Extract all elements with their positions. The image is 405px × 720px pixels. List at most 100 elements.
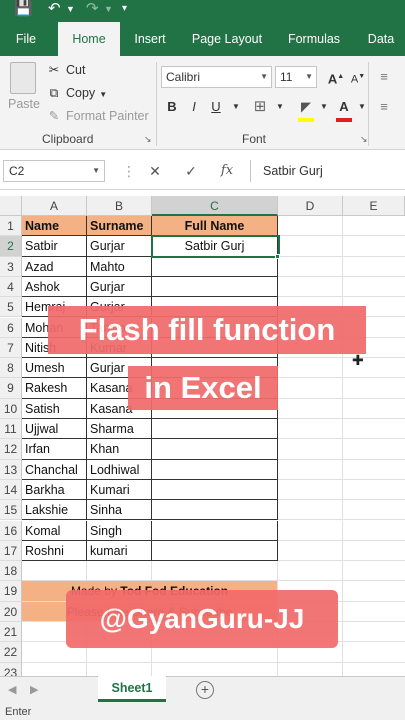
grid-cell[interactable] <box>343 642 405 663</box>
table-cell[interactable]: Komal <box>22 520 87 541</box>
table-cell[interactable]: Kumari <box>87 479 152 501</box>
row-header[interactable]: 20 <box>0 601 22 622</box>
tab-file[interactable]: File <box>6 22 46 56</box>
grow-font-icon[interactable]: A▲ <box>326 66 346 88</box>
column-header-e[interactable]: E <box>343 196 405 216</box>
tab-insert[interactable]: Insert <box>126 22 174 56</box>
redo-dropdown-icon[interactable]: ▼ <box>104 0 113 18</box>
grid-cell[interactable] <box>343 439 405 460</box>
row-header[interactable]: 10 <box>0 398 22 419</box>
table-cell[interactable] <box>152 439 278 460</box>
table-cell[interactable] <box>152 520 278 541</box>
grid-cell[interactable] <box>278 500 343 521</box>
align-top-icon[interactable]: ≡ <box>374 66 394 88</box>
grid-cell[interactable] <box>278 378 343 399</box>
grid-cell[interactable] <box>278 358 343 379</box>
table-cell[interactable]: Irfan <box>22 439 87 460</box>
customize-toolbar-icon[interactable]: ▾ <box>122 0 127 18</box>
grid-cell[interactable] <box>278 540 343 562</box>
table-cell[interactable]: kumari <box>87 540 152 562</box>
table-cell[interactable]: Lakshie <box>22 500 87 521</box>
undo-dropdown-icon[interactable]: ▼ <box>66 0 75 18</box>
table-header-cell[interactable]: Full Name <box>152 216 278 237</box>
grid-cell[interactable] <box>343 521 405 541</box>
grid-cell[interactable] <box>278 419 343 440</box>
font-color-button[interactable]: A <box>334 96 354 118</box>
underline-button[interactable]: U <box>206 96 226 118</box>
select-all-corner[interactable] <box>0 196 22 216</box>
row-header[interactable]: 22 <box>0 642 22 663</box>
grid-cell[interactable] <box>343 236 405 257</box>
grid-cell[interactable] <box>343 541 405 562</box>
cancel-entry-button[interactable]: ✕ <box>144 160 166 182</box>
add-sheet-icon[interactable]: + <box>196 681 214 699</box>
grid-cell[interactable] <box>278 439 343 460</box>
format-painter-button[interactable]: ✎ Format Painter <box>46 108 149 124</box>
row-header[interactable]: 8 <box>0 358 22 379</box>
row-header[interactable]: 7 <box>0 337 22 359</box>
fill-color-dropdown-icon[interactable]: ▼ <box>314 96 334 118</box>
grid-cell[interactable] <box>278 520 343 541</box>
column-header-b[interactable]: B <box>87 196 152 216</box>
column-header-d[interactable]: D <box>278 196 343 216</box>
row-header[interactable]: 18 <box>0 561 22 582</box>
table-cell[interactable] <box>152 276 278 298</box>
row-header[interactable]: 13 <box>0 459 22 480</box>
row-header[interactable]: 16 <box>0 520 22 541</box>
grid-cell[interactable] <box>278 256 343 277</box>
italic-button[interactable]: I <box>184 96 204 118</box>
grid-cell[interactable] <box>343 500 405 521</box>
formula-input[interactable]: Satbir Gurj <box>250 160 405 182</box>
row-header[interactable]: 17 <box>0 540 22 562</box>
grid-cell[interactable] <box>343 277 405 298</box>
table-cell[interactable]: Roshni <box>22 540 87 562</box>
table-cell[interactable]: Gurjar <box>87 236 152 257</box>
cut-button[interactable]: ✂ Cut <box>46 62 86 78</box>
table-cell[interactable]: Chanchal <box>22 459 87 480</box>
font-size-combo[interactable]: 11 ▼ <box>275 66 317 88</box>
table-cell[interactable]: Gurjar <box>87 276 152 298</box>
grid-cell[interactable] <box>152 561 278 582</box>
borders-icon[interactable]: ⊞ <box>250 96 270 118</box>
table-cell[interactable]: Ujjwal <box>22 419 87 440</box>
row-header[interactable]: 15 <box>0 500 22 521</box>
row-header[interactable]: 6 <box>0 317 22 338</box>
row-header[interactable]: 1 <box>0 216 22 237</box>
sheet-tab-sheet1[interactable]: Sheet1 <box>98 676 166 702</box>
grid-cell[interactable] <box>343 480 405 501</box>
grid-cell[interactable] <box>343 378 405 399</box>
insert-function-button[interactable]: fx <box>216 160 238 182</box>
row-header[interactable]: 9 <box>0 378 22 399</box>
row-header[interactable]: 3 <box>0 256 22 277</box>
grid-cell[interactable] <box>278 276 343 298</box>
grid-cell[interactable] <box>343 602 405 622</box>
grid-cell[interactable] <box>343 399 405 419</box>
table-cell[interactable]: Khan <box>87 439 152 460</box>
confirm-entry-button[interactable]: ✓ <box>180 160 202 182</box>
clipboard-icon[interactable] <box>10 62 36 94</box>
grid-cell[interactable] <box>278 479 343 501</box>
row-header[interactable]: 11 <box>0 419 22 440</box>
grid-cell[interactable] <box>343 561 405 582</box>
grid-cell[interactable] <box>343 581 405 602</box>
table-cell[interactable]: Satbir <box>22 236 87 257</box>
grid-cell[interactable] <box>278 459 343 480</box>
table-cell[interactable]: Mahto <box>87 256 152 277</box>
column-header-c[interactable]: C <box>152 196 278 216</box>
save-icon[interactable]: 💾 <box>14 0 33 18</box>
table-cell[interactable]: Singh <box>87 520 152 541</box>
table-cell[interactable]: Satbir Gurj <box>152 236 278 257</box>
row-header[interactable]: 14 <box>0 479 22 501</box>
table-cell[interactable]: Ashok <box>22 276 87 298</box>
table-cell[interactable] <box>152 479 278 501</box>
scroll-left-icon[interactable]: ◀ <box>8 683 16 696</box>
grid-cell[interactable] <box>87 561 152 582</box>
fill-color-icon[interactable]: ◤ <box>296 96 316 118</box>
align-left-icon[interactable]: ≡ <box>374 96 394 118</box>
table-cell[interactable]: Lodhiwal <box>87 459 152 480</box>
grid-cell[interactable] <box>278 561 343 582</box>
tab-formulas[interactable]: Formulas <box>280 22 348 56</box>
paste-button[interactable]: Paste <box>8 96 40 112</box>
table-cell[interactable]: Sharma <box>87 419 152 440</box>
underline-dropdown-icon[interactable]: ▼ <box>226 96 246 118</box>
